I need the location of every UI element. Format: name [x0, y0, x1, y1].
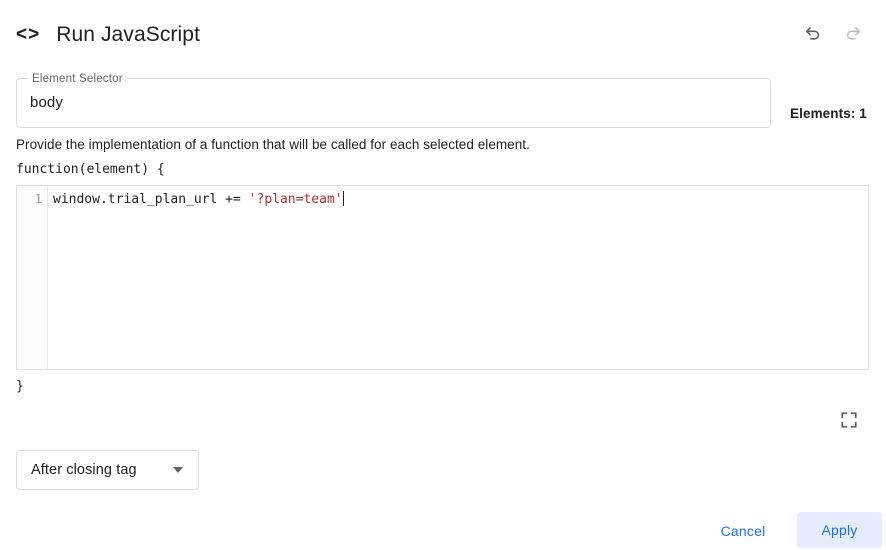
function-signature-open: function(element) { [16, 161, 165, 178]
element-selector-field[interactable]: Element Selector body [16, 78, 771, 128]
element-selector-row: Element Selector body [0, 78, 886, 134]
undo-icon [803, 23, 823, 43]
code-token-plain: window.trial_plan_url += [53, 192, 249, 207]
insert-position-select[interactable]: After closing tag [16, 450, 199, 490]
elements-count-label: Elements: 1 [790, 106, 867, 121]
element-selector-label: Element Selector [28, 72, 127, 86]
code-line: window.trial_plan_url += '?plan=team' [53, 190, 868, 209]
cancel-button[interactable]: Cancel [706, 515, 780, 547]
apply-button[interactable]: Apply [797, 512, 882, 548]
code-token-string: '?plan=team' [249, 192, 343, 207]
code-brackets-icon: <> [16, 25, 40, 44]
dialog-header-left: <> Run JavaScript [0, 24, 200, 45]
redo-icon [843, 23, 863, 43]
dialog-footer: Cancel Apply [0, 510, 886, 550]
element-selector-input[interactable]: body [30, 92, 63, 114]
chevron-down-icon [166, 467, 190, 473]
text-cursor [343, 191, 344, 206]
undo-button[interactable] [800, 20, 826, 46]
fullscreen-button[interactable] [836, 408, 862, 434]
insert-position-value: After closing tag [17, 462, 166, 478]
dialog-header: <> Run JavaScript [0, 0, 886, 68]
editor-gutter: 1 [17, 186, 48, 369]
function-signature-close: } [16, 378, 24, 395]
code-editor[interactable]: 1 window.trial_plan_url += '?plan=team' [16, 185, 869, 370]
fullscreen-icon [840, 411, 858, 432]
header-actions [800, 20, 866, 46]
description-text: Provide the implementation of a function… [16, 136, 530, 153]
editor-code-area[interactable]: window.trial_plan_url += '?plan=team' [48, 186, 868, 369]
line-number: 1 [17, 190, 47, 209]
redo-button[interactable] [840, 20, 866, 46]
page-title: Run JavaScript [56, 24, 200, 45]
